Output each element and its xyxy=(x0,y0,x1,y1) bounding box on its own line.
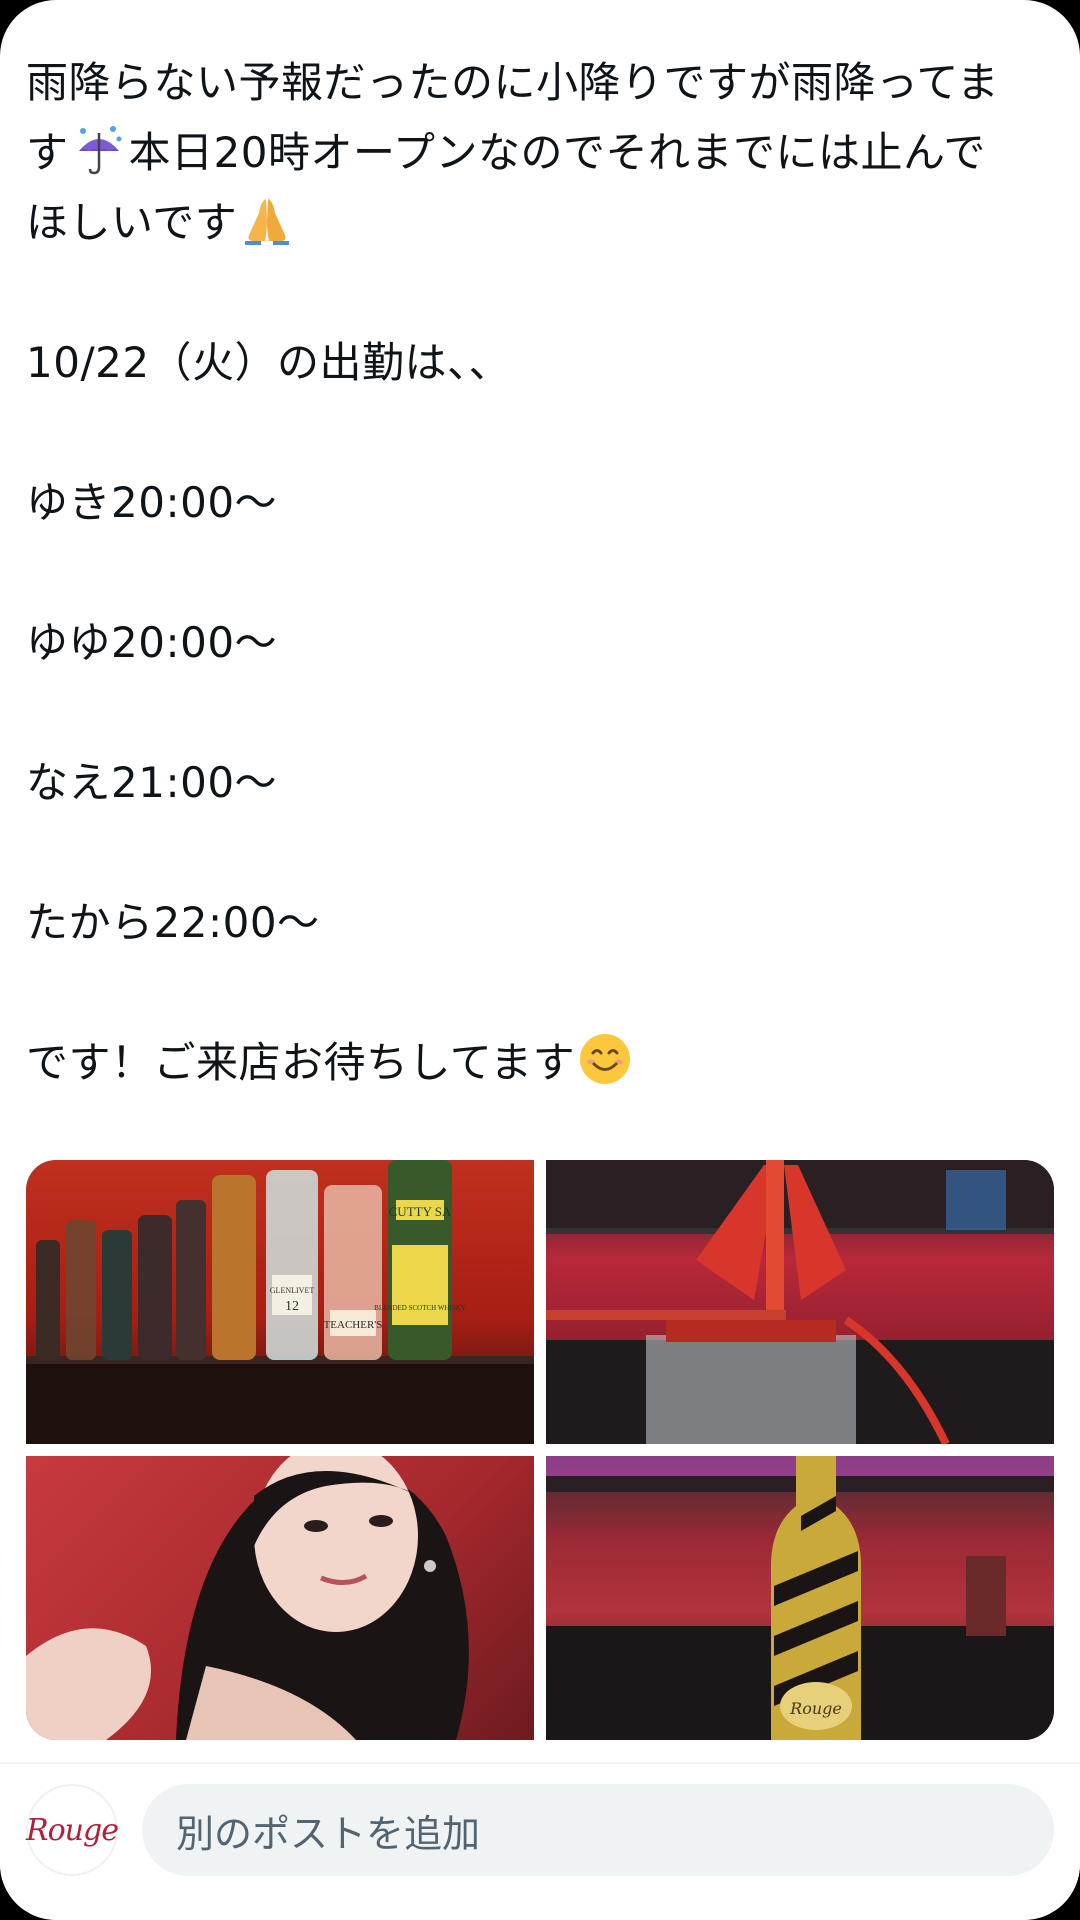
shift-line-nae: なえ21:00〜 xyxy=(26,758,278,807)
post-line-2-rest: 本日20時オープンなのでそれまでには止んで xyxy=(128,128,986,177)
shift-line-takara: たから22:00〜 xyxy=(26,898,320,947)
cutty-label: CUTTY SA xyxy=(389,1204,452,1219)
shift-line-yuki: ゆき20:00〜 xyxy=(26,478,278,527)
media-grid: CUTTY SA GLENLIVET 12 TEACHER'S BLENDED … xyxy=(26,1160,1054,1740)
smiling-face-icon xyxy=(580,1034,631,1084)
post-line-3: ほしいです xyxy=(26,188,1056,258)
post-line-2: す 本日20時オープンなのでそれまでには止んで xyxy=(26,118,1056,188)
bottle-label: Rouge xyxy=(789,1699,842,1718)
post-line-1: 雨降らない予報だったのに小降りですが雨降ってま xyxy=(26,58,1000,107)
champagne-bottle-photo[interactable]: Rouge xyxy=(546,1456,1054,1740)
post-line-3-text: ほしいです xyxy=(26,198,238,247)
reply-composer: Rouge 別のポストを追加 xyxy=(0,1764,1080,1920)
blended-label: BLENDED SCOTCH WHISKY xyxy=(374,1304,466,1312)
umbrella-with-rain-icon xyxy=(78,126,122,175)
teachers-label: TEACHER'S xyxy=(324,1319,383,1331)
add-post-input[interactable]: 別のポストを追加 xyxy=(142,1784,1054,1876)
bar-bottles-photo[interactable]: CUTTY SA GLENLIVET 12 TEACHER'S BLENDED … xyxy=(26,1160,534,1444)
post-body: 雨降らない予報だったのに小降りですが雨降ってま す 本日20時オープンなのでそれ… xyxy=(26,48,1056,1098)
closing-line: です！ご来店お待ちしてます xyxy=(26,1028,1056,1098)
glenlivet-age: 12 xyxy=(285,1299,299,1314)
add-post-placeholder: 別のポストを追加 xyxy=(176,1811,481,1856)
post-line-2-prefix: す xyxy=(26,128,69,177)
hookah-bar-photo[interactable] xyxy=(546,1160,1054,1444)
avatar-logo-text: Rouge xyxy=(26,1812,119,1848)
avatar[interactable]: Rouge xyxy=(26,1784,119,1876)
staff-selfie-photo[interactable] xyxy=(26,1456,534,1740)
schedule-heading: 10/22（火）の出勤は、、 xyxy=(26,338,512,387)
shift-line-yuyu: ゆゆ20:00〜 xyxy=(26,618,278,667)
closing-text: です！ご来店お待ちしてます xyxy=(26,1038,576,1087)
glenlivet-label: GLENLIVET xyxy=(270,1286,315,1295)
post-sheet: 雨降らない予報だったのに小降りですが雨降ってま す 本日20時オープンなのでそれ… xyxy=(0,0,1080,1920)
folded-hands-icon xyxy=(245,199,290,245)
